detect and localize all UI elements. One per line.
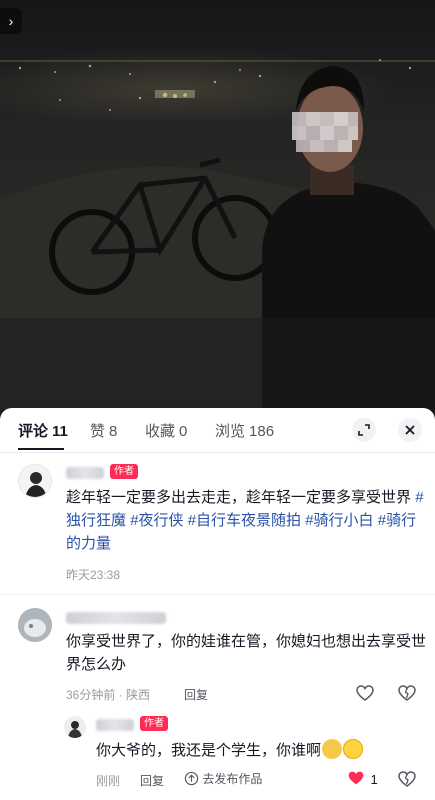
- tab-likes[interactable]: 赞8: [90, 420, 117, 441]
- close-button[interactable]: [398, 418, 422, 442]
- username-blurred[interactable]: [96, 719, 134, 731]
- reply-button[interactable]: 回复: [184, 686, 208, 703]
- tab-likes-label: 赞: [90, 423, 106, 440]
- publish-work-label: 去发布作品: [202, 772, 263, 786]
- avatar[interactable]: [64, 716, 86, 738]
- tab-views-label: 浏览: [215, 423, 246, 440]
- comment-location: 陕西: [126, 688, 151, 702]
- avatar-image: [18, 608, 52, 642]
- broken-heart-icon: [398, 771, 416, 787]
- comment-text-plain: 趁年轻一定要多出去走走，趁年轻一定要多享受世界: [66, 489, 412, 506]
- username-blurred[interactable]: [66, 612, 166, 624]
- expand-button[interactable]: [352, 418, 376, 442]
- face-mosaic: [292, 112, 358, 152]
- heart-icon: [348, 771, 364, 785]
- emoji-confused-icon: [322, 739, 343, 759]
- author-badge: 作者: [110, 464, 138, 479]
- tab-favorites[interactable]: 收藏 0: [145, 420, 187, 441]
- avatar-image: [19, 465, 51, 497]
- avatar[interactable]: [18, 464, 52, 498]
- tab-favorites-count: 0: [179, 423, 188, 440]
- hashtag-link[interactable]: #夜行侠: [130, 512, 183, 529]
- post-photo: ›: [0, 0, 435, 410]
- expand-icon: [358, 424, 370, 436]
- avatar-image: [64, 716, 86, 738]
- chevron-right-icon[interactable]: ›: [0, 8, 22, 34]
- username-blurred[interactable]: [66, 467, 104, 479]
- hashtag-link[interactable]: #自行车夜景随拍: [188, 512, 301, 529]
- close-icon: [405, 425, 415, 435]
- photo-dim-overlay: [0, 318, 435, 410]
- comment-time: 昨天23:38: [66, 568, 121, 582]
- comment-time: 36分钟前: [66, 688, 116, 702]
- comment-meta: 36分钟前 · 陕西: [66, 686, 150, 703]
- tab-comments[interactable]: 评论 11: [18, 420, 68, 441]
- like-count: 1: [370, 772, 378, 787]
- tab-views[interactable]: 浏览 186: [215, 420, 274, 441]
- up-arrow-circle-icon: [184, 771, 199, 786]
- tab-likes-count: 8: [109, 423, 118, 440]
- tab-comments-label: 评论: [18, 423, 49, 440]
- tab-views-count: 186: [249, 423, 275, 440]
- comment-text[interactable]: 你享受世界了，你的娃谁在管，你媳妇也想出去享受世界怎么办: [66, 630, 426, 676]
- comment-text[interactable]: 趁年轻一定要多出去走走，趁年轻一定要多享受世界 #独行狂魔 #夜行侠 #自行车夜…: [66, 486, 426, 555]
- comment-sheet: 评论 11 赞8 收藏 0 浏览 186 作者 趁年轻一定要多出去走走，趁年轻一…: [0, 408, 435, 800]
- reply-time: 刚刚: [96, 774, 121, 788]
- like-button[interactable]: 1: [346, 768, 380, 790]
- meta-dot: ·: [118, 688, 127, 702]
- reply-text-plain: 你大爷的，我还是个学生，你谁啊: [96, 742, 322, 759]
- author-badge: 作者: [140, 716, 168, 731]
- reply-text[interactable]: 你大爷的，我还是个学生，你谁啊: [96, 739, 426, 762]
- heart-icon: [356, 685, 374, 701]
- publish-work-button[interactable]: 去发布作品: [184, 770, 262, 787]
- tab-comments-count: 11: [52, 423, 68, 440]
- tab-active-indicator: [18, 448, 64, 450]
- dislike-button[interactable]: [396, 768, 418, 790]
- emoji-flushed-icon: [343, 739, 364, 759]
- tab-divider: [0, 452, 435, 453]
- hashtag-link[interactable]: #骑行小白: [305, 512, 373, 529]
- comment-separator: [0, 594, 435, 595]
- like-button[interactable]: [354, 682, 376, 704]
- reply-button[interactable]: 回复: [140, 772, 164, 789]
- tab-favorites-label: 收藏: [145, 423, 176, 440]
- dislike-button[interactable]: [396, 682, 418, 704]
- avatar[interactable]: [18, 608, 52, 642]
- broken-heart-icon: [398, 685, 416, 701]
- tab-bar: 评论 11 赞8 收藏 0 浏览 186: [0, 408, 435, 452]
